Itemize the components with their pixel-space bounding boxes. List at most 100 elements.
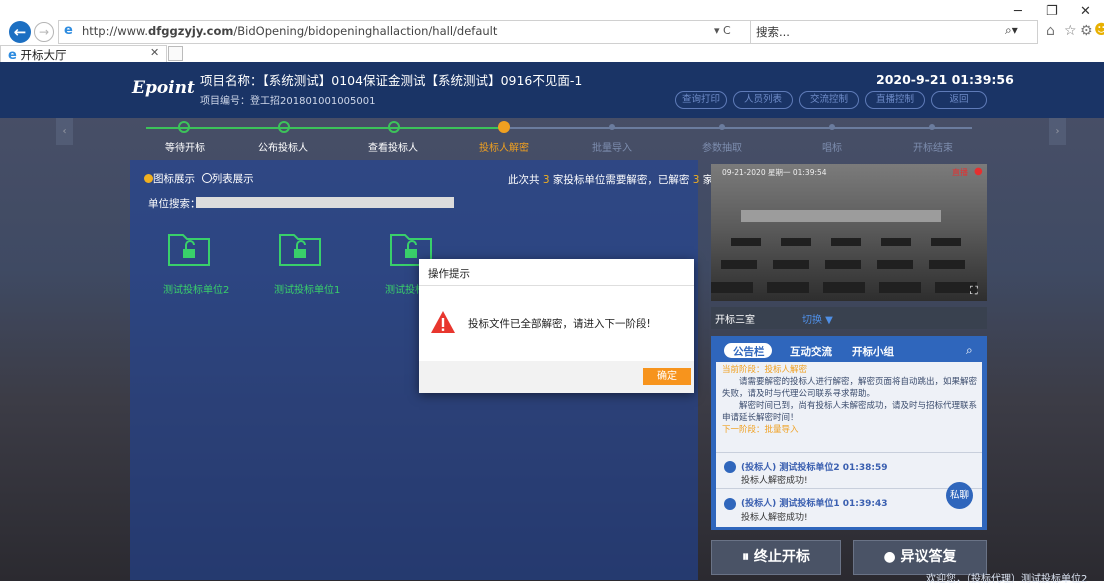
dialog-divider [419, 285, 694, 286]
step-label: 等待开标 [165, 143, 205, 154]
private-chat-button[interactable]: 私聊 [946, 482, 973, 509]
step-label: 批量导入 [592, 143, 632, 154]
unlocked-folder-icon[interactable] [278, 229, 322, 267]
notice-board: 当前阶段：投标人解密 请需要解密的投标人进行解密，解密页面将自动跳出，如果解密失… [722, 364, 980, 436]
tab-notice[interactable]: 公告栏 [733, 344, 765, 359]
user-avatar-icon [724, 498, 736, 510]
notice-paragraph: 请需要解密的投标人进行解密，解密页面将自动跳出，如果解密失败，请及时与代理公司联… [722, 377, 978, 399]
hall-room-image [711, 210, 977, 293]
switch-room-dropdown[interactable]: 切换 ▼ [802, 311, 833, 326]
tab-ie-icon: e [8, 48, 17, 63]
notice-next-stage: 下一阶段：批量导入 [722, 425, 799, 435]
steps-prev-arrow[interactable]: ‹ [56, 118, 73, 145]
chat-search-icon[interactable]: ⌕ [966, 343, 973, 358]
url-path: /BidOpening/bidopeninghallaction/hall/de… [233, 24, 498, 38]
icon-view-label[interactable]: 图标展示 [153, 173, 195, 185]
minimize-icon[interactable]: ─ [1014, 4, 1022, 19]
unlocked-folder-icon[interactable] [167, 229, 211, 267]
divider [716, 452, 982, 453]
search-placeholder: 搜索... [756, 25, 790, 39]
return-button[interactable]: 返回 [931, 91, 987, 109]
bidder-name[interactable]: 测试投标单位1 [274, 281, 340, 296]
step-label: 公布投标人 [258, 143, 308, 154]
staff-list-button[interactable]: 人员列表 [733, 91, 793, 109]
tab-title: 开标大厅 [20, 48, 67, 62]
notice-stage: 当前阶段：投标人解密 [722, 365, 808, 375]
user-avatar-icon [724, 461, 736, 473]
address-url[interactable]: http://www.dfggzyjy.com/BidOpening/bidop… [82, 24, 497, 38]
dialog-message: 投标文件已全部解密，请进入下一阶段! [468, 318, 651, 330]
room-name: 开标三室 [715, 315, 755, 326]
step-label: 查看投标人 [368, 143, 418, 154]
live-badge: 直播 [952, 168, 968, 177]
project-name: 项目名称：【系统测试】0104保证金测试【系统测试】0916不见面-1 [200, 73, 583, 88]
search-input[interactable] [750, 20, 1038, 44]
ie-page-icon: e [64, 23, 73, 38]
live-control-button[interactable]: 直播控制 [865, 91, 925, 109]
message-sender: (投标人) 测试投标单位2 01:38:59 [741, 463, 888, 473]
summary-done: 3 [692, 174, 700, 186]
objection-reply-label: 异议答复 [900, 549, 957, 565]
step-3-done-icon [388, 121, 400, 133]
restore-icon[interactable]: ❐ [1046, 4, 1058, 19]
step-6-dot [719, 124, 725, 130]
url-prefix: http://www. [82, 24, 149, 38]
unit-search-label: 单位搜索： [148, 198, 201, 210]
tab-close-icon[interactable]: ✕ [150, 46, 159, 59]
step-label: 唱标 [822, 143, 842, 154]
step-2-done-icon [278, 121, 290, 133]
bidder-name[interactable]: 测试投标单位2 [163, 281, 229, 296]
dialog-title: 操作提示 [428, 268, 470, 280]
close-icon[interactable]: ✕ [1080, 4, 1091, 19]
message-text: 投标人解密成功! [741, 476, 808, 486]
welcome-text: 欢迎您，（投标代理）测试投标单位2 [926, 574, 1088, 585]
back-button[interactable]: ← [9, 21, 31, 43]
chat-control-button[interactable]: 交流控制 [799, 91, 859, 109]
query-print-button[interactable]: 查询打印 [675, 91, 727, 109]
step-5-dot [609, 124, 615, 130]
confirm-button[interactable]: 确定 [643, 368, 691, 385]
chat-bubble-icon: ● [883, 549, 896, 565]
steps-next-arrow[interactable]: › [1049, 118, 1066, 145]
location-pin-icon: ● [974, 166, 983, 177]
home-icon[interactable]: ⌂ [1046, 23, 1055, 39]
forward-button[interactable]: → [34, 22, 54, 42]
current-datetime: 2020-9-21 01:39:56 [876, 72, 1014, 87]
step-label: 开标结束 [913, 143, 953, 154]
browser-tab-label: e 开标大厅 [8, 47, 66, 63]
message-sender: (投标人) 测试投标单位1 01:39:43 [741, 499, 888, 509]
refresh-icon[interactable]: ▾ C [714, 24, 731, 37]
url-domain: dfggzyjy.com [148, 24, 234, 38]
step-4-current-icon [498, 121, 510, 133]
epoint-logo: Epoint [132, 78, 195, 98]
step-label-current: 投标人解密 [479, 143, 529, 154]
decrypt-summary: 此次共 3 家投标单位需要解密，已解密 3 家 [508, 172, 713, 187]
message-text: 投标人解密成功! [741, 513, 808, 523]
search-icon[interactable]: ⌕▾ [1005, 23, 1018, 38]
new-tab-button[interactable] [168, 46, 183, 61]
divider [716, 488, 982, 489]
progress-line-pending [510, 127, 972, 129]
video-timestamp: 09-21-2020 星期一 01:39:54 [722, 168, 827, 177]
summary-count: 3 [542, 174, 550, 186]
tab-interaction[interactable]: 互动交流 [790, 344, 832, 359]
fullscreen-icon[interactable]: ⛶ [970, 284, 978, 298]
warning-icon [431, 311, 455, 333]
list-view-radio[interactable] [201, 173, 212, 183]
summary-pre: 此次共 [508, 174, 540, 186]
list-view-label[interactable]: 列表展示 [212, 173, 254, 185]
step-8-dot [929, 124, 935, 130]
smiley-icon[interactable]: ☻ [1094, 22, 1104, 38]
star-icon[interactable]: ☆ [1064, 23, 1077, 39]
view-mode-toggle: 图标展示 列表展示 [144, 171, 254, 186]
stop-opening-button[interactable]: ⏸ 终止开标 [711, 540, 841, 575]
unit-search-input[interactable] [196, 197, 454, 208]
step-label: 参数抽取 [702, 143, 742, 154]
gear-icon[interactable]: ⚙ [1080, 23, 1093, 39]
icon-view-radio[interactable] [144, 174, 153, 183]
summary-mid: 家投标单位需要解密，已解密 [552, 174, 690, 186]
notice-paragraph: 解密时间已到，尚有投标人未解密成功，请及时与招标代理联系申请延长解密时间！ [722, 401, 978, 423]
project-number: 项目编号：登工招201801001005001 [200, 96, 376, 107]
tab-opening-group[interactable]: 开标小组 [852, 344, 894, 359]
step-1-done-icon [178, 121, 190, 133]
